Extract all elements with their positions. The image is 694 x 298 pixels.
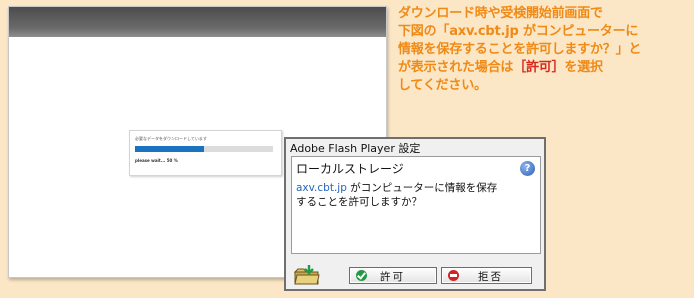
help-icon[interactable]: ? [520, 161, 535, 176]
domain-text: axv.cbt.jp [296, 182, 347, 194]
browser-header [9, 7, 386, 37]
message-line-2: することを許可しますか？ [296, 196, 422, 208]
check-icon [356, 270, 367, 281]
message-line-1: がコンピューターに情報を保存 [346, 182, 498, 194]
instruction-line-4: が表示された場合は［許可］を選択 [398, 59, 690, 77]
local-storage-heading: ローカルストレージ [296, 162, 404, 176]
deny-button[interactable]: 拒否 [441, 267, 532, 284]
loading-panel: 必要なデータをダウンロードしています please wait... 50 % [129, 130, 282, 176]
progress-text: please wait... 50 % [135, 158, 178, 163]
dialog-body: ローカルストレージ ? axv.cbt.jp がコンピューターに情報を保存 する… [291, 156, 541, 254]
local-storage-folder-icon [294, 265, 320, 285]
allow-highlight: ［許可］ [513, 60, 565, 75]
instruction-line-3: 情報を保存することを許可しますか？」と [398, 42, 642, 57]
allow-button[interactable]: 許可 [349, 267, 437, 284]
instruction-line-2: 下図の「axv.cbt.jp がコンピューターに [398, 24, 639, 39]
instruction-line-4-pre: が表示された場合は [398, 60, 514, 75]
instruction-line-5: してください。 [398, 78, 487, 93]
storage-permission-message: axv.cbt.jp がコンピューターに情報を保存 することを許可しますか？ [296, 181, 534, 209]
deny-button-label: 拒否 [478, 271, 503, 283]
progress-bar [135, 146, 273, 152]
loading-message: 必要なデータをダウンロードしています [135, 136, 207, 141]
dialog-title: Adobe Flash Player 設定 [290, 142, 421, 155]
flash-settings-dialog: Adobe Flash Player 設定 ローカルストレージ ? axv.cb… [284, 137, 546, 291]
progress-bar-fill [135, 146, 204, 152]
instruction-line-1: ダウンロード時や受検開始前画面で [398, 6, 603, 21]
instruction-text: ダウンロード時や受検開始前画面で 下図の「axv.cbt.jp がコンピューター… [398, 5, 690, 95]
instruction-line-4-post: を選択 [564, 60, 603, 75]
allow-button-label: 許可 [380, 271, 405, 283]
deny-icon [448, 270, 459, 281]
